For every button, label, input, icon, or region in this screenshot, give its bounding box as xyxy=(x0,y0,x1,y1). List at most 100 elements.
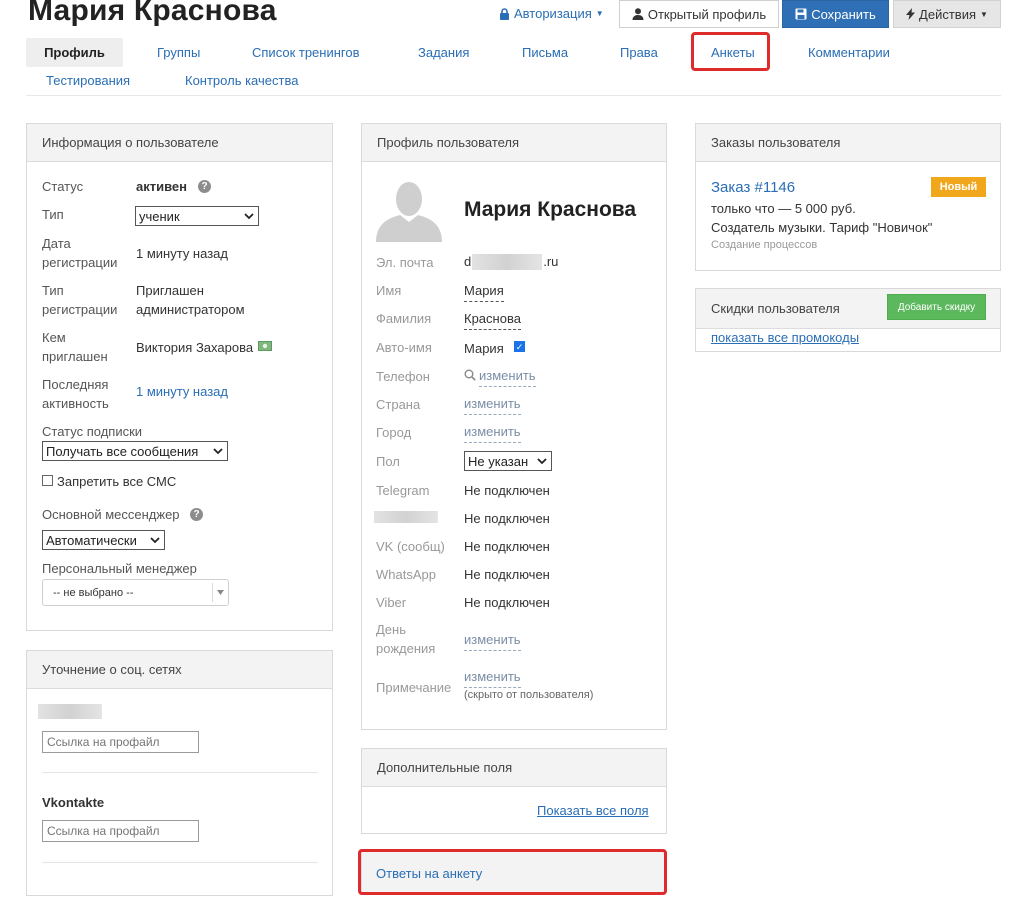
authorization-dropdown[interactable]: Авторизация ▼ xyxy=(499,6,604,21)
show-promocodes-link[interactable]: показать все промокоды xyxy=(711,330,859,345)
viber-value: Не подключен xyxy=(464,595,550,610)
open-profile-label: Открытый профиль xyxy=(647,6,767,22)
tab-groups[interactable]: Группы xyxy=(157,38,200,67)
gender-label: Пол xyxy=(376,454,400,469)
survey-answers-link[interactable]: Ответы на анкету xyxy=(376,866,482,881)
help-icon[interactable]: ? xyxy=(198,180,211,193)
order-product: Создатель музыки. Тариф "Новичок" xyxy=(711,220,933,235)
email-prefix: d xyxy=(464,254,472,269)
phone-label: Телефон xyxy=(376,369,430,384)
whatsapp-label: WhatsApp xyxy=(376,567,436,582)
money-icon xyxy=(258,341,272,351)
forbid-sms-label: Запретить все СМС xyxy=(57,474,177,489)
birthday-label-2: рождения xyxy=(376,641,436,656)
extra-fields-title: Дополнительные поля xyxy=(362,749,666,787)
tab-testing[interactable]: Тестирования xyxy=(46,66,130,95)
type-select[interactable]: ученик xyxy=(135,206,259,226)
phone-change-link[interactable]: изменить xyxy=(479,367,536,387)
add-discount-button[interactable]: Добавить скидку xyxy=(887,294,986,320)
redacted-network-name xyxy=(38,704,102,719)
social-divider xyxy=(42,862,318,863)
caret-down-icon: ▼ xyxy=(595,9,604,18)
chevron-down-icon xyxy=(244,212,254,219)
social-profile-input-2[interactable] xyxy=(42,820,199,842)
user-icon xyxy=(632,8,644,20)
save-label: Сохранить xyxy=(811,6,876,22)
tab-surveys[interactable]: Анкеты xyxy=(711,38,755,67)
search-icon xyxy=(464,369,476,381)
viber-label: Viber xyxy=(376,595,407,610)
city-change-link[interactable]: изменить xyxy=(464,423,521,443)
auto-name-value: Мария xyxy=(464,341,504,356)
email-label: Эл. почта xyxy=(376,255,434,270)
birthday-change-link[interactable]: изменить xyxy=(464,631,521,651)
invited-by-label-2: приглашен xyxy=(42,349,108,364)
avatar[interactable] xyxy=(376,178,442,242)
open-profile-button[interactable]: Открытый профиль xyxy=(619,0,779,28)
order-link[interactable]: Заказ #1146 xyxy=(711,179,795,196)
vk-label: Vkontakte xyxy=(42,795,105,810)
note-change-link[interactable]: изменить xyxy=(464,668,521,688)
order-summary: только что — 5 000 руб. xyxy=(711,201,856,216)
telegram-label: Telegram xyxy=(376,483,430,498)
last-name-value[interactable]: Краснова xyxy=(464,309,521,330)
forbid-sms-checkbox[interactable] xyxy=(42,475,53,486)
type-select-value: ученик xyxy=(139,208,180,224)
social-panel: Уточнение о соц. сетях xyxy=(26,650,333,896)
social-profile-input-1[interactable] xyxy=(42,731,199,753)
tab-rights[interactable]: Права xyxy=(620,38,658,67)
status-label: Статус xyxy=(42,179,84,194)
tab-profile[interactable]: Профиль xyxy=(26,38,123,67)
country-change-link[interactable]: изменить xyxy=(464,395,521,415)
social-title: Уточнение о соц. сетях xyxy=(27,651,332,689)
manager-label: Персональный менеджер xyxy=(42,561,197,576)
tab-quality[interactable]: Контроль качества xyxy=(185,66,298,95)
tab-tasks[interactable]: Задания xyxy=(418,38,469,67)
subscription-select[interactable]: Получать все сообщения xyxy=(42,441,228,461)
manager-select-value: -- не выбрано -- xyxy=(53,586,134,599)
reg-date-value: 1 минуту назад xyxy=(136,246,228,261)
email-suffix: .ru xyxy=(543,254,559,269)
messenger-label: Основной мессенджер xyxy=(42,507,180,522)
hidden-messenger-value: Не подключен xyxy=(464,511,550,526)
show-all-fields-link[interactable]: Показать все поля xyxy=(537,803,649,818)
birthday-label-1: День xyxy=(376,622,406,637)
social-divider xyxy=(42,772,318,773)
gender-select[interactable]: Не указан xyxy=(464,451,552,471)
caret-down-icon xyxy=(212,583,228,602)
lock-icon xyxy=(500,7,509,20)
last-activity-link[interactable]: 1 минуту назад xyxy=(136,384,228,399)
profile-name: Мария Краснова xyxy=(464,198,637,221)
extra-fields-panel: Дополнительные поля xyxy=(361,748,667,834)
tab-letters[interactable]: Письма xyxy=(522,38,568,67)
last-activity-label-1: Последняя xyxy=(42,377,109,392)
note-hint: (скрыто от пользователя) xyxy=(464,689,594,701)
save-button[interactable]: Сохранить xyxy=(782,0,889,28)
first-name-value[interactable]: Мария xyxy=(464,281,504,302)
last-name-label: Фамилия xyxy=(376,311,432,326)
tabs-divider xyxy=(26,95,1001,96)
telegram-value: Не подключен xyxy=(464,483,550,498)
tab-trainings[interactable]: Список тренингов xyxy=(252,38,360,67)
reg-date-label-2: регистрации xyxy=(42,255,118,270)
lightning-icon xyxy=(906,8,916,20)
manager-select[interactable]: -- не выбрано -- xyxy=(42,579,229,606)
whatsapp-value: Не подключен xyxy=(464,567,550,582)
auto-name-checkbox[interactable]: ✓ xyxy=(514,341,525,352)
email-value: d .ru xyxy=(464,252,558,271)
floppy-disk-icon xyxy=(795,8,807,20)
redacted-messenger-label xyxy=(374,511,438,523)
gender-select-value: Не указан xyxy=(468,453,529,469)
messenger-select-value: Автоматически xyxy=(46,532,137,548)
orders-title: Заказы пользователя xyxy=(696,124,1000,162)
chevron-down-icon xyxy=(537,457,547,464)
authorization-label: Авторизация xyxy=(514,6,592,21)
actions-dropdown[interactable]: Действия ▼ xyxy=(893,0,1001,28)
tab-comments[interactable]: Комментарии xyxy=(808,38,890,67)
messenger-select[interactable]: Автоматически xyxy=(42,530,165,550)
help-icon[interactable]: ? xyxy=(190,508,203,521)
reg-type-label-2: регистрации xyxy=(42,302,118,317)
subscription-label: Статус подписки xyxy=(42,424,143,439)
vk-messages-value: Не подключен xyxy=(464,539,550,554)
type-label: Тип xyxy=(42,207,64,222)
